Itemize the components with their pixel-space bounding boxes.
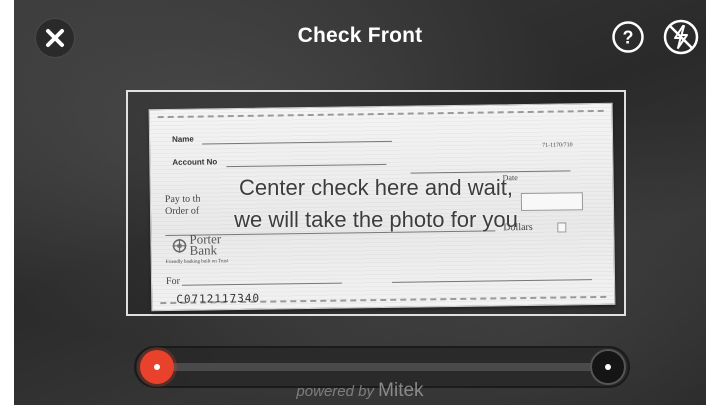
help-icon: ?	[612, 21, 644, 53]
flash-off-icon	[663, 19, 699, 55]
check-account-label: Account No	[172, 157, 218, 167]
top-bar: Check Front ?	[14, 0, 706, 76]
progress-start-dot	[140, 350, 174, 384]
help-button[interactable]: ?	[611, 20, 645, 54]
bank-logo-icon	[171, 238, 187, 259]
powered-by-label: powered by	[296, 383, 374, 400]
check-micr-line: C0712117340	[176, 291, 261, 306]
camera-screen: Check Front ? Name Account No 71-1170/71…	[14, 0, 706, 405]
instruction-text: Center check here and wait, we will take…	[234, 175, 518, 232]
check-routing-fraction: 71-1170/710	[542, 142, 573, 149]
page-title: Check Front	[297, 24, 423, 47]
check-name-label: Name	[171, 134, 194, 144]
brand-logo: Mitek	[378, 380, 424, 401]
check-for-label: For	[165, 275, 181, 288]
svg-text:?: ?	[623, 28, 634, 48]
flash-toggle-button[interactable]	[662, 18, 700, 56]
powered-by-footer: powered by Mitek	[14, 380, 706, 402]
bank-tagline: Friendly banking built on Trust	[165, 259, 229, 266]
bank-name: Porter Bank	[189, 231, 222, 258]
progress-bar	[162, 363, 602, 371]
